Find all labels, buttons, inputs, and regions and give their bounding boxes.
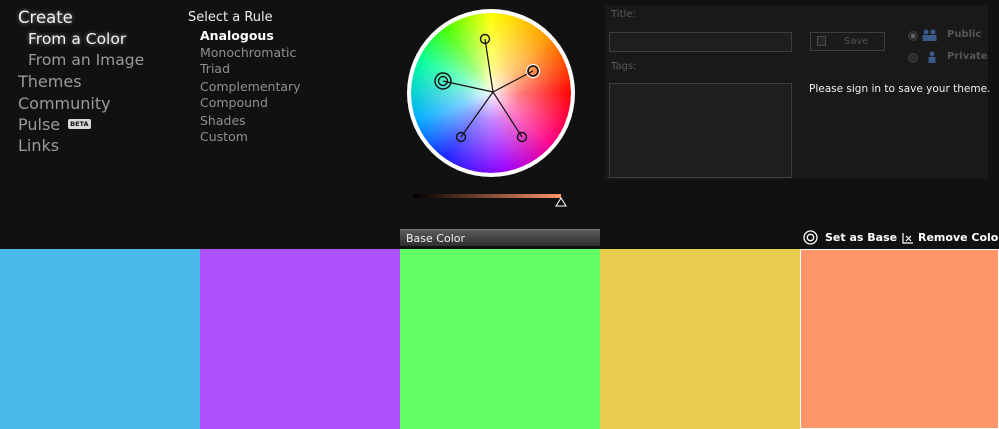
save-button-label: Save bbox=[844, 36, 869, 47]
public-radio[interactable] bbox=[908, 31, 918, 41]
rule-custom[interactable]: Custom bbox=[200, 129, 248, 144]
nav-from-a-color[interactable]: From a Color bbox=[28, 30, 126, 48]
rule-complementary[interactable]: Complementary bbox=[200, 79, 301, 94]
rule-shades[interactable]: Shades bbox=[200, 113, 246, 128]
tags-label: Tags: bbox=[611, 61, 637, 72]
swatch-4[interactable] bbox=[600, 249, 800, 429]
rule-compound[interactable]: Compound bbox=[200, 95, 268, 110]
rule-triad[interactable]: Triad bbox=[200, 61, 230, 76]
nav-community[interactable]: Community bbox=[18, 94, 111, 113]
rule-monochromatic[interactable]: Monochromatic bbox=[200, 45, 296, 60]
private-user-icon bbox=[928, 51, 936, 63]
save-button[interactable]: Save bbox=[810, 32, 885, 51]
swatch-2[interactable] bbox=[200, 249, 400, 429]
color-wheel[interactable] bbox=[405, 5, 577, 183]
brightness-slider[interactable] bbox=[412, 192, 572, 210]
color-swatches bbox=[0, 249, 999, 429]
base-color-indicator: Base Color bbox=[400, 229, 600, 246]
swatch-5[interactable] bbox=[800, 249, 999, 429]
remove-color-label: Remove Color bbox=[918, 231, 999, 244]
public-label: Public bbox=[947, 29, 982, 40]
swatch-1[interactable] bbox=[0, 249, 200, 429]
nav-create[interactable]: Create bbox=[18, 8, 73, 27]
public-users-icon bbox=[922, 29, 937, 41]
nav-links[interactable]: Links bbox=[18, 136, 59, 155]
save-icon bbox=[817, 36, 826, 46]
tags-textarea[interactable] bbox=[609, 83, 792, 178]
base-color-label: Base Color bbox=[406, 232, 466, 245]
brightness-thumb[interactable] bbox=[555, 197, 567, 207]
private-radio[interactable] bbox=[908, 53, 918, 63]
set-base-icon bbox=[803, 230, 818, 245]
remove-color-icon bbox=[902, 233, 913, 244]
title-label: Title: bbox=[611, 9, 636, 20]
nav-pulse[interactable]: Pulse BETA bbox=[18, 115, 91, 134]
private-label: Private bbox=[947, 51, 988, 62]
color-wheel-saturation bbox=[411, 13, 571, 173]
nav-themes[interactable]: Themes bbox=[18, 72, 82, 91]
rule-selector-title: Select a Rule bbox=[188, 10, 273, 25]
beta-badge: BETA bbox=[68, 118, 91, 129]
brightness-track bbox=[413, 194, 561, 198]
rule-analogous[interactable]: Analogous bbox=[200, 28, 274, 43]
swatch-3-base[interactable] bbox=[400, 249, 600, 429]
signin-message: Please sign in to save your theme. bbox=[809, 83, 991, 95]
title-input[interactable] bbox=[609, 32, 792, 52]
nav-pulse-label: Pulse bbox=[18, 115, 61, 134]
nav-from-an-image[interactable]: From an Image bbox=[28, 51, 144, 69]
set-base-label: Set as Base bbox=[825, 231, 898, 244]
save-theme-panel: Title: Tags: Save Public Private Please … bbox=[605, 5, 991, 179]
